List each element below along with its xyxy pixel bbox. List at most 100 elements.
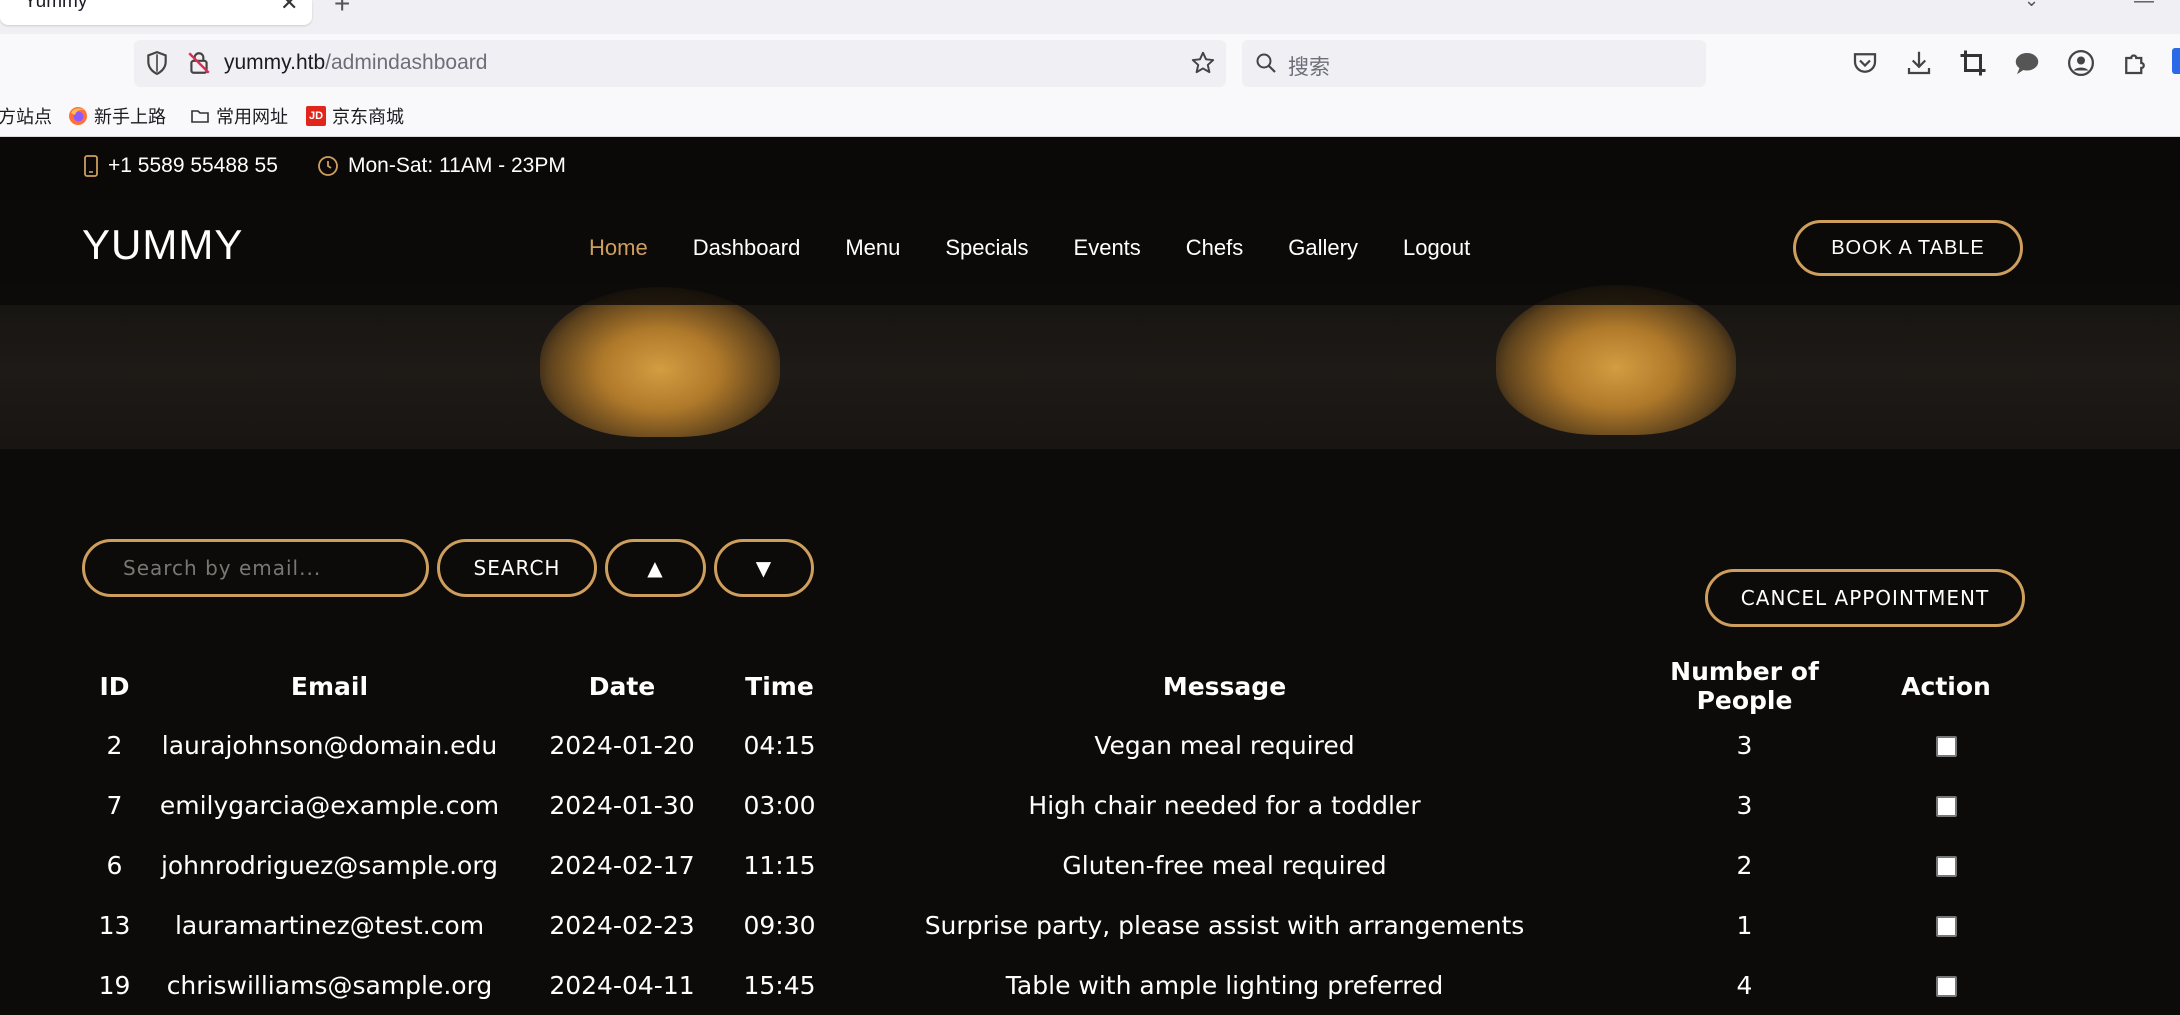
nav-specials[interactable]: Specials	[945, 235, 1028, 261]
window-minimize-icon[interactable]: —	[2134, 0, 2154, 13]
bookmarks-bar: 方站点 新手上路 常用网址 JD 京东商城	[0, 94, 2180, 137]
bookmark-label: 方站点	[0, 107, 52, 127]
cell-email: lauramartinez@test.com	[174, 910, 485, 940]
cell-action	[1867, 955, 2025, 1015]
insecure-lock-icon[interactable]	[186, 50, 212, 76]
column-header-time[interactable]: Time	[732, 657, 827, 715]
cell-id: 7	[106, 790, 123, 820]
nav-menu[interactable]: Menu	[845, 235, 900, 261]
table-header-row: ID Email Date Time Message Number of Peo…	[82, 657, 2025, 715]
cell-time: 15:45	[743, 970, 816, 1000]
cell-people: 1	[1736, 910, 1753, 940]
nav-chefs[interactable]: Chefs	[1186, 235, 1243, 261]
site-header: YUMMY Home Dashboard Menu Specials Event…	[0, 199, 2180, 305]
opening-hours: Mon-Sat: 11AM - 23PM	[348, 154, 566, 177]
email-search-input[interactable]	[82, 539, 429, 597]
phone-number: +1 5589 55488 55	[108, 154, 278, 177]
appointments-table: ID Email Date Time Message Number of Peo…	[82, 657, 2025, 1015]
column-header-id[interactable]: ID	[82, 657, 147, 715]
column-header-email[interactable]: Email	[147, 657, 512, 715]
firefox-icon	[69, 107, 87, 125]
cell-date: 2024-02-23	[549, 910, 695, 940]
extensions-icon[interactable]	[2120, 48, 2150, 78]
table-row: 2 laurajohnson@domain.edu 2024-01-20 04:…	[82, 715, 2025, 775]
chat-icon[interactable]	[2012, 48, 2042, 78]
browser-search-bar[interactable]: 搜索	[1242, 40, 1706, 87]
column-header-date[interactable]: Date	[512, 657, 732, 715]
bookmark-label: 新手上路	[94, 107, 166, 127]
browser-tab-strip: Yummy ✕ + ⌄ —	[0, 0, 2180, 34]
row-select-checkbox[interactable]	[1935, 796, 1957, 817]
tab-title: Yummy	[24, 0, 88, 12]
nav-gallery[interactable]: Gallery	[1288, 235, 1358, 261]
bookmark-item[interactable]: 新手上路	[68, 103, 166, 129]
cell-message: Table with ample lighting preferred	[1005, 970, 1444, 1000]
bookmark-label: 京东商城	[332, 107, 404, 127]
overflow-menu-icon[interactable]	[2172, 48, 2180, 74]
main-nav: Home Dashboard Menu Specials Events Chef…	[589, 235, 1515, 261]
cancel-appointment-button[interactable]: CANCEL APPOINTMENT	[1705, 569, 2025, 627]
bookmark-item[interactable]: 常用网址	[190, 103, 288, 129]
sort-ascending-button[interactable]: ▲	[605, 539, 706, 597]
column-header-message[interactable]: Message	[827, 657, 1622, 715]
cell-id: 2	[106, 730, 123, 760]
row-select-checkbox[interactable]	[1935, 976, 1957, 997]
screenshot-crop-icon[interactable]	[1958, 48, 1988, 78]
column-header-action[interactable]: Action	[1867, 657, 2025, 715]
cell-time: 04:15	[743, 730, 816, 760]
url-host: yummy.htb	[224, 51, 326, 74]
search-icon	[1256, 53, 1276, 73]
bookmark-item[interactable]: 方站点	[0, 103, 52, 129]
table-row: 7 emilygarcia@example.com 2024-01-30 03:…	[82, 775, 2025, 835]
bookmark-label: 常用网址	[216, 107, 288, 127]
row-select-checkbox[interactable]	[1935, 736, 1957, 757]
site-logo[interactable]: YUMMY	[82, 221, 243, 269]
search-button[interactable]: SEARCH	[437, 539, 597, 597]
cell-message: Surprise party, please assist with arran…	[924, 910, 1525, 940]
nav-home[interactable]: Home	[589, 235, 648, 261]
cell-people: 3	[1736, 730, 1753, 760]
cell-action	[1867, 895, 2025, 955]
cell-message: Vegan meal required	[1094, 730, 1355, 760]
shield-icon[interactable]	[144, 50, 170, 76]
row-select-checkbox[interactable]	[1935, 916, 1957, 937]
column-header-people[interactable]: Number of People	[1622, 657, 1867, 715]
cell-date: 2024-01-20	[549, 730, 695, 760]
folder-icon	[191, 110, 209, 123]
book-table-button[interactable]: BOOK A TABLE	[1793, 220, 2023, 276]
browser-search-placeholder: 搜索	[1288, 56, 1330, 79]
pocket-icon[interactable]	[1850, 48, 1880, 78]
hero-background: +1 5589 55488 55 Mon-Sat: 11AM - 23PM YU…	[0, 137, 2180, 449]
cell-time: 09:30	[743, 910, 816, 940]
cell-action	[1867, 715, 2025, 775]
lamp-decoration	[1496, 285, 1736, 435]
url-path: /admindashboard	[325, 51, 488, 74]
bookmark-item[interactable]: JD 京东商城	[306, 103, 404, 129]
browser-nav-bar: yummy.htb/admindashboard 搜索	[0, 34, 2180, 94]
row-select-checkbox[interactable]	[1935, 856, 1957, 877]
url-text[interactable]: yummy.htb/admindashboard	[224, 51, 487, 75]
nav-events[interactable]: Events	[1074, 235, 1141, 261]
hours-contact: Mon-Sat: 11AM - 23PM	[316, 154, 566, 178]
tab-close-icon[interactable]: ✕	[280, 0, 298, 16]
sort-descending-button[interactable]: ▼	[714, 539, 814, 597]
cell-id: 13	[98, 910, 131, 940]
table-row: 6 johnrodriguez@sample.org 2024-02-17 11…	[82, 835, 2025, 895]
cell-id: 19	[98, 970, 131, 1000]
account-icon[interactable]	[2066, 48, 2096, 78]
download-icon[interactable]	[1904, 48, 1934, 78]
cell-time: 11:15	[743, 850, 816, 880]
contact-topbar: +1 5589 55488 55 Mon-Sat: 11AM - 23PM	[0, 137, 2180, 199]
table-row: 13 lauramartinez@test.com 2024-02-23 09:…	[82, 895, 2025, 955]
clock-icon	[318, 156, 338, 176]
bookmark-star-icon[interactable]	[1190, 50, 1216, 76]
nav-logout[interactable]: Logout	[1403, 235, 1470, 261]
cell-email: johnrodriguez@sample.org	[160, 850, 499, 880]
jd-icon: JD	[306, 106, 326, 126]
new-tab-icon[interactable]: +	[334, 0, 350, 20]
browser-tab[interactable]: Yummy ✕	[0, 0, 312, 25]
url-bar[interactable]: yummy.htb/admindashboard	[134, 40, 1226, 87]
cell-people: 3	[1736, 790, 1753, 820]
tab-list-chevron-icon[interactable]: ⌄	[2024, 0, 2039, 11]
nav-dashboard[interactable]: Dashboard	[693, 235, 801, 261]
